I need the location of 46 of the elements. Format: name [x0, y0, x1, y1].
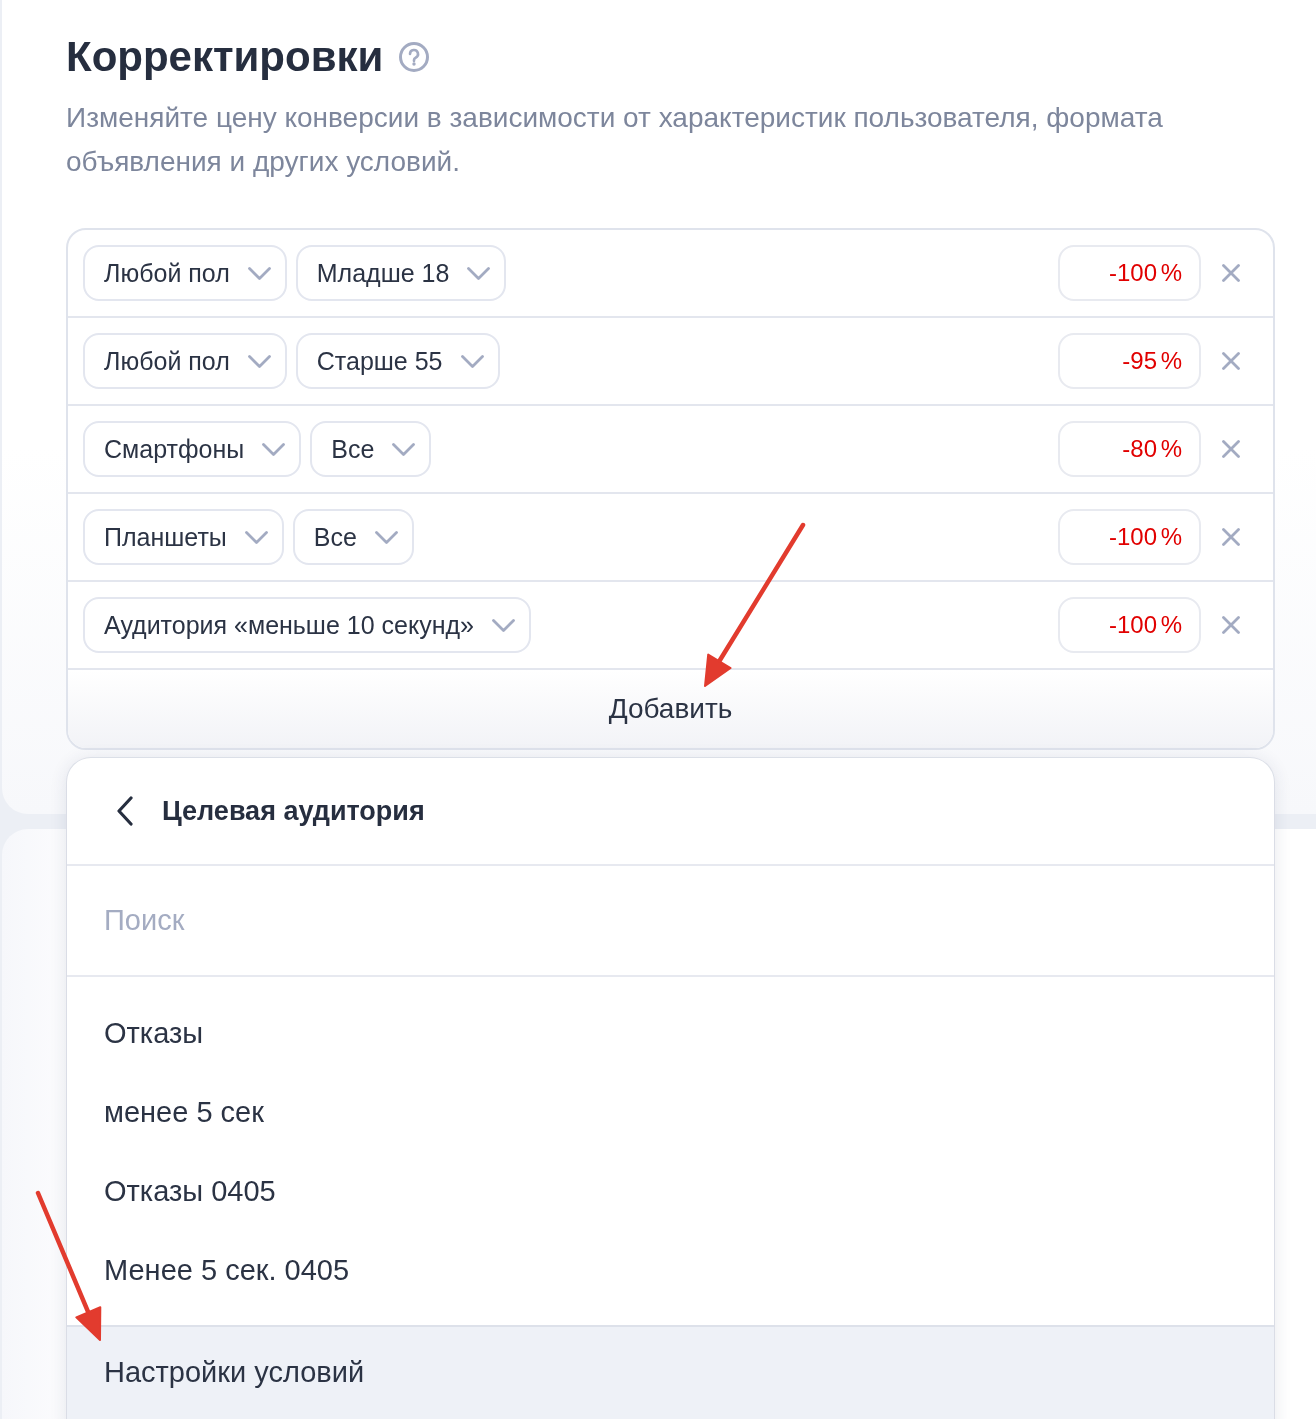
footer-menu-item[interactable]: Настройки условий: [67, 1325, 1274, 1419]
percent-field[interactable]: -100 %: [1058, 597, 1201, 653]
chevron-down-icon: [392, 442, 416, 456]
menu-title: Целевая аудитория: [162, 795, 425, 827]
select-dropdown[interactable]: Любой пол: [83, 245, 287, 301]
select-dropdown[interactable]: Все: [292, 509, 414, 565]
chevron-down-icon: [247, 266, 271, 280]
chevron-down-icon: [460, 354, 484, 368]
percent-field[interactable]: -95 %: [1058, 333, 1201, 389]
menu-item[interactable]: Менее 5 сек. 0405: [67, 1231, 1274, 1310]
close-icon: [1222, 528, 1240, 546]
help-icon[interactable]: [399, 42, 430, 72]
remove-button[interactable]: [1222, 352, 1240, 370]
chevron-down-icon: [244, 530, 268, 544]
menu-item[interactable]: Отказы 0405: [67, 1152, 1274, 1231]
select-dropdown[interactable]: Старше 55: [295, 333, 500, 389]
chevron-down-icon: [491, 618, 515, 632]
chevron-down-icon: [374, 530, 398, 544]
chevron-down-icon: [262, 442, 286, 456]
chevron-left-icon: [117, 796, 133, 826]
close-icon: [1222, 616, 1240, 634]
back-button[interactable]: [117, 796, 133, 826]
close-icon: [1222, 264, 1240, 282]
percent-field[interactable]: -100 %: [1058, 245, 1201, 301]
menu-item[interactable]: Отказы: [67, 994, 1274, 1073]
close-icon: [1222, 352, 1240, 370]
select-dropdown[interactable]: Любой пол: [83, 333, 287, 389]
select-dropdown[interactable]: Смартфоны: [83, 421, 302, 477]
search-field[interactable]: Поиск: [104, 900, 704, 941]
select-dropdown[interactable]: Младше 18: [295, 245, 507, 301]
select-dropdown[interactable]: Все: [310, 421, 432, 477]
remove-button[interactable]: [1222, 528, 1240, 546]
select-dropdown[interactable]: Аудитория «меньше 10 секунд»: [83, 597, 531, 653]
percent-field[interactable]: -80 %: [1058, 421, 1201, 477]
close-icon: [1222, 440, 1240, 458]
select-dropdown[interactable]: Планшеты: [83, 509, 284, 565]
remove-button[interactable]: [1222, 616, 1240, 634]
section-description: Изменяйте цену конверсии в зависимости от характеристик пользователя, формата объявления и других условий.: [66, 101, 1164, 179]
percent-field[interactable]: -100 %: [1058, 509, 1201, 565]
chevron-down-icon: [247, 354, 271, 368]
remove-button[interactable]: [1222, 264, 1240, 282]
menu-item[interactable]: менее 5 сек: [67, 1073, 1274, 1152]
chevron-down-icon: [467, 266, 491, 280]
remove-button[interactable]: [1222, 440, 1240, 458]
section-title: Корректировки: [66, 32, 384, 82]
add-button[interactable]: Добавить: [608, 695, 733, 723]
